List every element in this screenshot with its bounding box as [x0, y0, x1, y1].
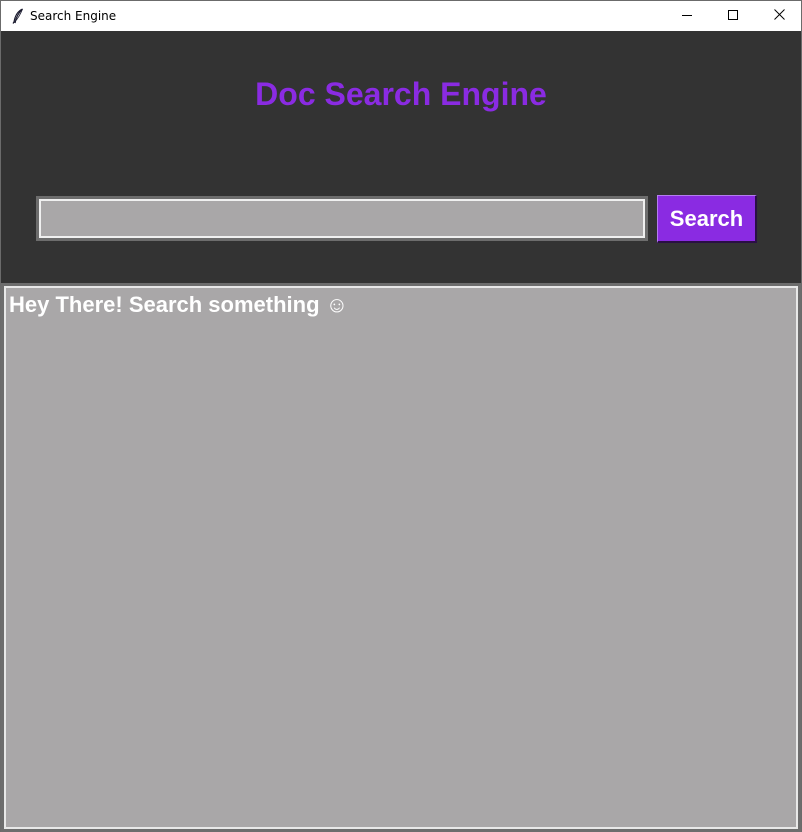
window-title: Search Engine [30, 9, 117, 23]
results-message: Hey There! Search something ☺ [9, 292, 349, 317]
search-input[interactable] [39, 199, 645, 238]
maximize-button[interactable] [710, 1, 756, 31]
page-title: Doc Search Engine [255, 76, 547, 112]
header-panel: Doc Search Engine Search [1, 31, 801, 283]
title-bar[interactable]: Search Engine [1, 1, 801, 31]
minimize-icon [682, 7, 692, 25]
feather-icon [11, 8, 25, 24]
minimize-button[interactable] [664, 1, 710, 31]
search-input-frame [36, 196, 648, 241]
search-button[interactable]: Search [657, 195, 757, 243]
close-icon [773, 7, 785, 25]
results-panel[interactable]: Hey There! Search something ☺ [4, 286, 798, 829]
results-frame: Hey There! Search something ☺ [1, 283, 801, 832]
maximize-icon [728, 7, 738, 25]
app-window: Search Engine Doc Search Engine Search H… [0, 0, 802, 832]
close-button[interactable] [756, 1, 802, 31]
